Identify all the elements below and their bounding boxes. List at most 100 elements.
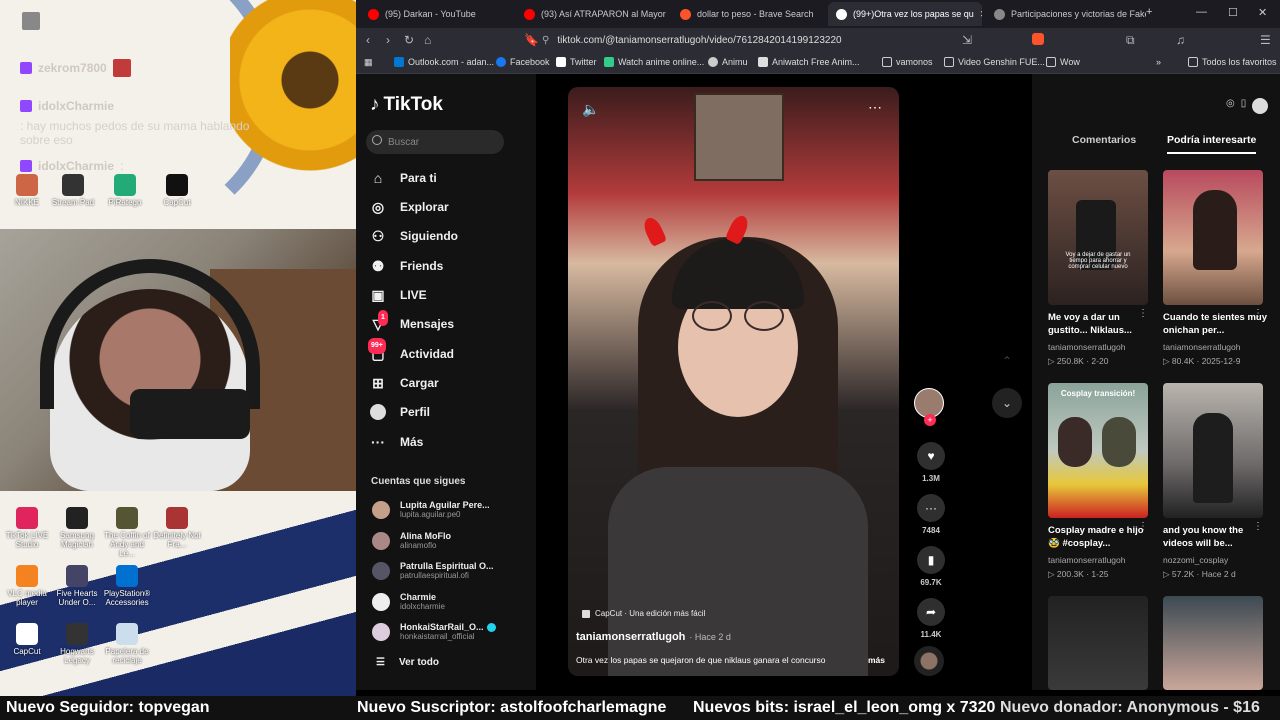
maximize-icon[interactable]: ☐: [1228, 6, 1238, 19]
nav-explorar[interactable]: ◎ Explorar: [370, 199, 449, 215]
url-text[interactable]: tiktok.com/@taniamonserratlugoh/video/76…: [557, 35, 841, 46]
close-tab-icon[interactable]: ✕: [980, 9, 982, 20]
tab-brave-search[interactable]: dollar to peso - Brave Search: [672, 2, 822, 26]
music-disc-icon[interactable]: [914, 646, 944, 676]
card-more-icon[interactable]: ⋮: [1138, 521, 1148, 532]
reload-icon[interactable]: ↻: [404, 33, 414, 47]
comment-icon[interactable]: ···: [917, 494, 945, 522]
window-close-icon[interactable]: ✕: [1258, 6, 1267, 19]
desktop-icon[interactable]: Papelera de reciclaje: [102, 623, 152, 665]
video-author[interactable]: taniamonserratlugoh · Hace 2 d: [576, 631, 731, 643]
heart-icon[interactable]: ♥: [917, 442, 945, 470]
video-thumbnail[interactable]: [1163, 383, 1263, 518]
nav-friends[interactable]: ⚉ Friends: [370, 258, 444, 274]
bookmark-animu[interactable]: Animu: [708, 57, 748, 67]
nav-mas[interactable]: ··· Más: [370, 434, 423, 450]
nav-siguiendo[interactable]: ⚇ Siguiendo: [370, 228, 458, 244]
bookmark-outlook[interactable]: Outlook.com - adan...: [394, 57, 494, 67]
comment-action[interactable]: ··· 7484: [916, 494, 946, 535]
bookmark-icon[interactable]: 🔖: [524, 33, 539, 47]
see-all-button[interactable]: ☰ Ver todo: [376, 657, 439, 668]
desktop-icon[interactable]: PlayStation® Accessories: [102, 565, 152, 607]
desktop-icon[interactable]: TikTok LIVE Studio: [2, 507, 52, 558]
tab-youtube-atraparon[interactable]: (93) Así ATRAPARON al Mayor Che: [516, 2, 666, 26]
desktop-icon[interactable]: Hogwarts Legacy: [52, 623, 102, 665]
caption-more-button[interactable]: más: [868, 655, 885, 665]
following-account[interactable]: Lupita Aguilar Pere... lupita.aguilar.pe0: [372, 500, 490, 519]
bookmark-aniwatch[interactable]: Aniwatch Free Anim...: [758, 57, 860, 67]
tab-youtube-darkan[interactable]: (95) Darkan - YouTube: [360, 2, 510, 26]
card-more-icon[interactable]: ⋮: [1253, 521, 1263, 532]
minimize-icon[interactable]: —: [1196, 6, 1207, 18]
desktop-icon[interactable]: CapCut: [2, 623, 52, 665]
card-user[interactable]: taniamonserratlugoh: [1163, 342, 1241, 352]
previous-video-icon[interactable]: ⌃: [992, 346, 1022, 376]
save-action[interactable]: ▮ 69.7K: [916, 546, 946, 587]
search-input[interactable]: Buscar: [366, 130, 504, 154]
desktop-icon[interactable]: The Coffin of Andy and Le...: [102, 507, 152, 558]
video-thumbnail[interactable]: [1048, 596, 1148, 690]
desktop-icon[interactable]: Definitely Not Fra...: [152, 507, 202, 558]
following-account[interactable]: Charmie idolxcharmie: [372, 592, 445, 611]
following-account[interactable]: Patrulla Espiritual O... patrullaespiritu…: [372, 561, 494, 580]
bookmark-folder-genshin[interactable]: Video Genshin FUE...: [944, 57, 1045, 67]
tab-comentarios[interactable]: Comentarios: [1072, 134, 1136, 146]
video-thumbnail[interactable]: [1163, 596, 1263, 690]
menu-icon[interactable]: ☰: [1260, 33, 1271, 47]
nav-actividad[interactable]: ▢ 99+ Actividad: [368, 338, 454, 362]
more-options-icon[interactable]: ⋯: [868, 99, 882, 116]
nav-live[interactable]: ▣ LIVE: [370, 287, 426, 303]
desktop-icon[interactable]: Stream Pad: [48, 174, 98, 207]
like-action[interactable]: ♥ 1.3M: [916, 442, 946, 483]
following-account[interactable]: Alina MoFlo alinamoflo: [372, 531, 451, 550]
card-user[interactable]: taniamonserratlugoh: [1048, 555, 1126, 565]
video-thumbnail[interactable]: [1163, 170, 1263, 305]
tab-tiktok[interactable]: (99+)Otra vez los papas se qu✕: [828, 2, 982, 26]
bookmark-all-favorites[interactable]: Todos los favoritos: [1188, 57, 1277, 67]
bookmark-twitter[interactable]: Twitter: [556, 57, 597, 67]
back-icon[interactable]: ‹: [366, 33, 370, 47]
bookmark-facebook[interactable]: Facebook: [496, 57, 550, 67]
share-icon[interactable]: ➦: [917, 598, 945, 626]
music-icon[interactable]: ♫: [1176, 33, 1185, 47]
desktop-icon[interactable]: Five Hearts Under O...: [52, 565, 102, 607]
bookmark-icon[interactable]: ▮: [917, 546, 945, 574]
volume-icon[interactable]: 🔈: [582, 101, 599, 118]
reader-icon[interactable]: ⇲: [962, 33, 972, 47]
bookmark-folder-vamonos[interactable]: vamonos: [882, 57, 933, 67]
bookmarks-overflow-icon[interactable]: »: [1156, 57, 1161, 67]
bookmark-folder-wow[interactable]: Wow: [1046, 57, 1080, 67]
video-player[interactable]: 🔈 ⋯ CapCut · Una edición más fácil tania…: [568, 87, 899, 676]
video-thumbnail[interactable]: Cosplay transición!: [1048, 383, 1148, 518]
follow-plus-icon[interactable]: +: [924, 414, 936, 426]
bookmark-watch-anime[interactable]: Watch anime online...: [604, 57, 704, 67]
profile-avatar[interactable]: [1252, 98, 1269, 114]
capcut-tag[interactable]: CapCut · Una edición más fácil: [582, 609, 705, 618]
tiktok-logo[interactable]: ♪ TikTok: [370, 94, 443, 116]
new-tab-icon[interactable]: +: [1146, 6, 1152, 18]
nav-cargar[interactable]: ⊞ Cargar: [370, 375, 439, 391]
apps-icon[interactable]: ▦: [364, 57, 373, 68]
following-account[interactable]: HonkaiStarRail_O... honkaistarrail_offici…: [372, 622, 496, 641]
brave-shields-icon[interactable]: [1032, 33, 1044, 45]
desktop-icon[interactable]: VLC media player: [2, 565, 52, 607]
phone-icon[interactable]: ▯: [1241, 98, 1247, 120]
site-info-icon[interactable]: ⚲: [542, 35, 549, 46]
compass-icon[interactable]: ◎: [1226, 98, 1235, 120]
desktop-icon[interactable]: PiRatego: [100, 174, 150, 207]
extensions-icon[interactable]: ⧉: [1126, 33, 1135, 48]
tab-faker[interactable]: Participaciones y victorias de Faker: [986, 2, 1146, 26]
desktop-icon[interactable]: CapCut: [152, 174, 202, 207]
video-thumbnail[interactable]: Voy a dejar de gastar un tiempo para aho…: [1048, 170, 1148, 305]
card-user[interactable]: taniamonserratlugoh: [1048, 342, 1126, 352]
desktop-icon[interactable]: NIKKE: [8, 174, 46, 207]
home-icon[interactable]: ⌂: [424, 33, 431, 47]
share-action[interactable]: ➦ 11.4K: [916, 598, 946, 639]
card-more-icon[interactable]: ⋮: [1253, 308, 1263, 319]
tab-podria-interesarte[interactable]: Podría interesarte: [1167, 134, 1257, 154]
desktop-icon[interactable]: Samsung Magician: [52, 507, 102, 558]
card-user[interactable]: nozzomi_cosplay: [1163, 555, 1228, 565]
nav-perfil[interactable]: Perfil: [370, 404, 430, 420]
card-more-icon[interactable]: ⋮: [1138, 308, 1148, 319]
nav-mensajes[interactable]: ▽1Mensajes: [370, 310, 454, 332]
